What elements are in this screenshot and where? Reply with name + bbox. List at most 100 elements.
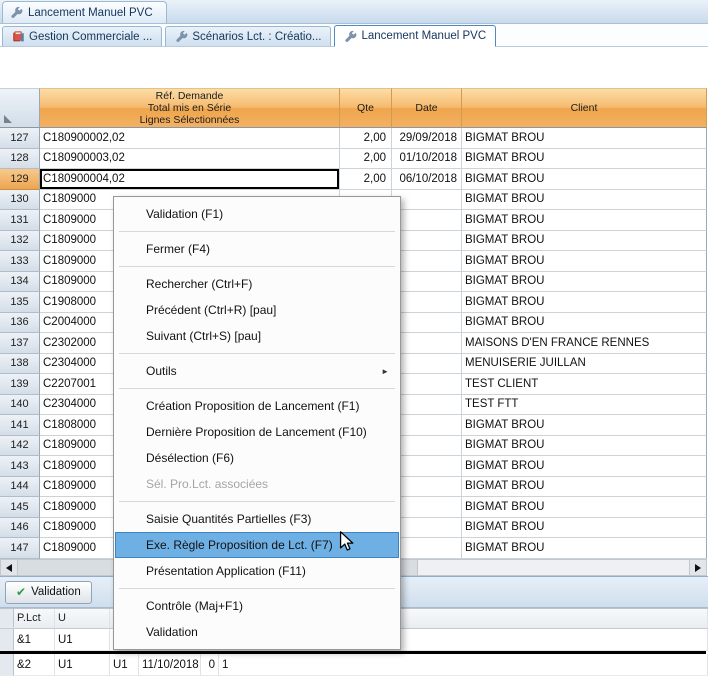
- cell[interactable]: 11/10/2018: [139, 654, 201, 676]
- table-row[interactable]: &2 U1 U1 11/10/2018 0 1: [0, 654, 708, 676]
- ref-demande-cell[interactable]: C180900004,02: [40, 169, 340, 190]
- row-number-cell[interactable]: 128: [0, 149, 40, 170]
- grid-corner-cell[interactable]: [0, 88, 40, 128]
- client-cell[interactable]: BIGMAT BROU: [462, 415, 707, 436]
- cell[interactable]: 1: [219, 654, 708, 676]
- date-cell[interactable]: [392, 333, 462, 354]
- client-cell[interactable]: MENUISERIE JUILLAN: [462, 354, 707, 375]
- date-cell[interactable]: [392, 210, 462, 231]
- menu-item-outils[interactable]: Outils ►: [115, 358, 399, 384]
- date-cell[interactable]: [392, 415, 462, 436]
- date-cell[interactable]: [392, 497, 462, 518]
- window-tab[interactable]: Lancement Manuel PVC: [2, 1, 167, 23]
- row-number-cell[interactable]: 146: [0, 518, 40, 539]
- client-cell[interactable]: BIGMAT BROU: [462, 436, 707, 457]
- date-cell[interactable]: [392, 190, 462, 211]
- date-cell[interactable]: [392, 436, 462, 457]
- client-cell[interactable]: BIGMAT BROU: [462, 231, 707, 252]
- date-cell[interactable]: [392, 456, 462, 477]
- date-cell[interactable]: [392, 231, 462, 252]
- cell[interactable]: U1: [55, 654, 110, 676]
- row-number-cell[interactable]: 139: [0, 374, 40, 395]
- client-cell[interactable]: TEST CLIENT: [462, 374, 707, 395]
- row-number-cell[interactable]: 135: [0, 292, 40, 313]
- row-number-cell[interactable]: 144: [0, 477, 40, 498]
- client-cell[interactable]: BIGMAT BROU: [462, 251, 707, 272]
- date-cell[interactable]: [392, 395, 462, 416]
- row-number-cell[interactable]: 138: [0, 354, 40, 375]
- client-cell[interactable]: MAISONS D'EN FRANCE RENNES: [462, 333, 707, 354]
- client-cell[interactable]: BIGMAT BROU: [462, 149, 707, 170]
- menu-item-derniere-proposition[interactable]: Dernière Proposition de Lancement (F10): [115, 419, 399, 445]
- client-cell[interactable]: TEST FTT: [462, 395, 707, 416]
- date-cell[interactable]: [392, 354, 462, 375]
- row-number-cell[interactable]: 134: [0, 272, 40, 293]
- column-header-qte[interactable]: Qte: [340, 88, 392, 128]
- plct-cell[interactable]: &2: [14, 654, 55, 676]
- client-cell[interactable]: BIGMAT BROU: [462, 497, 707, 518]
- date-cell[interactable]: [392, 272, 462, 293]
- tab-scenarios-lct[interactable]: Scénarios Lct. : Créatio...: [165, 26, 331, 46]
- date-cell[interactable]: [392, 477, 462, 498]
- column-header-client[interactable]: Client: [462, 88, 707, 128]
- plct-cell[interactable]: &1: [14, 629, 55, 651]
- column-header-ref-demande[interactable]: Réf. Demande Total mis en Série Lignes S…: [40, 88, 340, 128]
- row-number-cell[interactable]: 145: [0, 497, 40, 518]
- menu-item-exe-regle-proposition[interactable]: Exe. Règle Proposition de Lct. (F7): [115, 532, 399, 558]
- client-cell[interactable]: BIGMAT BROU: [462, 313, 707, 334]
- date-cell[interactable]: 29/09/2018: [392, 128, 462, 149]
- validation-button[interactable]: ✔ Validation: [5, 581, 92, 604]
- date-cell[interactable]: 01/10/2018: [392, 149, 462, 170]
- date-cell[interactable]: [392, 251, 462, 272]
- row-number-cell[interactable]: 147: [0, 538, 40, 559]
- menu-item-controle[interactable]: Contrôle (Maj+F1): [115, 593, 399, 619]
- date-cell[interactable]: [392, 538, 462, 559]
- column-header-plct[interactable]: P.Lct: [14, 609, 55, 628]
- qte-cell[interactable]: 2,00: [340, 128, 392, 149]
- date-cell[interactable]: [392, 292, 462, 313]
- date-cell[interactable]: [392, 374, 462, 395]
- column-header-date[interactable]: Date: [392, 88, 462, 128]
- client-cell[interactable]: BIGMAT BROU: [462, 538, 707, 559]
- menu-item-rechercher[interactable]: Rechercher (Ctrl+F): [115, 271, 399, 297]
- menu-item-deselection[interactable]: Désélection (F6): [115, 445, 399, 471]
- client-cell[interactable]: BIGMAT BROU: [462, 456, 707, 477]
- row-number-cell[interactable]: 133: [0, 251, 40, 272]
- row-number-cell[interactable]: 143: [0, 456, 40, 477]
- row-number-cell[interactable]: 131: [0, 210, 40, 231]
- row-number-cell[interactable]: 140: [0, 395, 40, 416]
- scroll-left-button[interactable]: [1, 560, 18, 575]
- menu-item-fermer[interactable]: Fermer (F4): [115, 236, 399, 262]
- menu-item-presentation-application[interactable]: Présentation Application (F11): [115, 558, 399, 584]
- menu-item-suivant[interactable]: Suivant (Ctrl+S) [pau]: [115, 323, 399, 349]
- scroll-right-button[interactable]: [689, 560, 706, 575]
- menu-item-saisie-quantites-partielles[interactable]: Saisie Quantités Partielles (F3): [115, 506, 399, 532]
- date-cell[interactable]: [392, 518, 462, 539]
- ref-demande-cell[interactable]: C180900003,02: [40, 149, 340, 170]
- client-cell[interactable]: BIGMAT BROU: [462, 169, 707, 190]
- client-cell[interactable]: BIGMAT BROU: [462, 292, 707, 313]
- client-cell[interactable]: BIGMAT BROU: [462, 128, 707, 149]
- row-number-cell[interactable]: 137: [0, 333, 40, 354]
- cell[interactable]: U1: [110, 654, 139, 676]
- row-number-cell[interactable]: 141: [0, 415, 40, 436]
- column-header-u[interactable]: U: [55, 609, 110, 628]
- row-number-cell[interactable]: 142: [0, 436, 40, 457]
- client-cell[interactable]: BIGMAT BROU: [462, 477, 707, 498]
- menu-item-validation-f1[interactable]: Validation (F1): [115, 201, 399, 227]
- table-row[interactable]: 129 C180900004,02 2,00 06/10/2018 BIGMAT…: [0, 169, 707, 190]
- cell[interactable]: U1: [55, 629, 110, 651]
- qte-cell[interactable]: 2,00: [340, 149, 392, 170]
- ref-demande-cell[interactable]: C180900002,02: [40, 128, 340, 149]
- qte-cell[interactable]: 2,00: [340, 169, 392, 190]
- row-number-cell[interactable]: 136: [0, 313, 40, 334]
- cell[interactable]: 0: [201, 654, 219, 676]
- tab-gestion-commerciale[interactable]: Gestion Commerciale ...: [2, 26, 162, 46]
- client-cell[interactable]: BIGMAT BROU: [462, 210, 707, 231]
- menu-item-validation[interactable]: Validation: [115, 619, 399, 645]
- row-number-cell[interactable]: 129: [0, 169, 40, 190]
- menu-item-creation-proposition[interactable]: Création Proposition de Lancement (F1): [115, 393, 399, 419]
- table-row[interactable]: 128 C180900003,02 2,00 01/10/2018 BIGMAT…: [0, 149, 707, 170]
- client-cell[interactable]: BIGMAT BROU: [462, 272, 707, 293]
- row-number-cell[interactable]: 127: [0, 128, 40, 149]
